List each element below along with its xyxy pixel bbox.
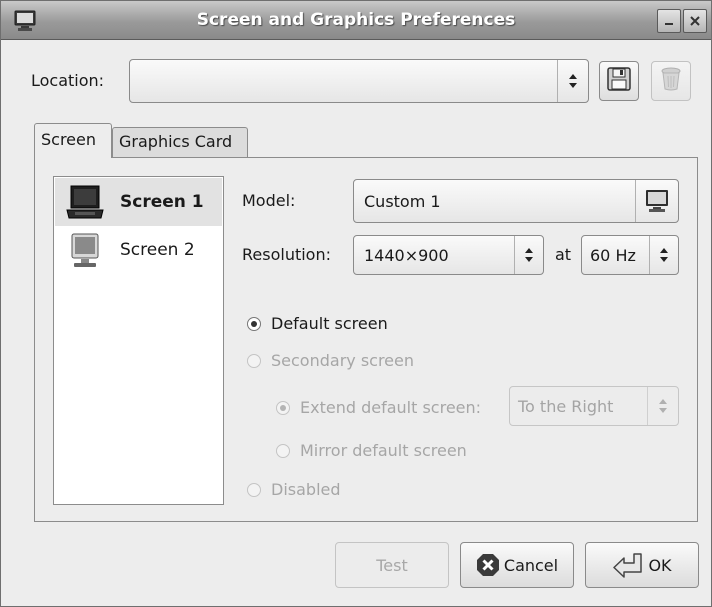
resolution-label: Resolution: — [242, 245, 331, 264]
cancel-button-label: Cancel — [503, 555, 559, 575]
ok-button[interactable]: OK — [585, 542, 699, 588]
radio-icon — [276, 443, 290, 458]
extend-default-radio[interactable]: Extend default screen: — [276, 398, 481, 417]
spinner-icon — [514, 236, 543, 274]
default-screen-radio[interactable]: Default screen — [247, 314, 388, 333]
screen-list-item-screen-1[interactable]: Screen 1 — [55, 178, 222, 226]
delete-location-button[interactable] — [651, 61, 691, 101]
model-label: Model: — [242, 191, 296, 210]
test-button-label: Test — [376, 555, 408, 575]
preferences-window: Screen and Graphics Preferences Location… — [0, 0, 712, 607]
secondary-screen-radio[interactable]: Secondary screen — [247, 351, 414, 370]
radio-checked-icon — [247, 316, 261, 331]
close-button[interactable] — [683, 9, 707, 33]
enter-arrow-icon — [612, 552, 644, 578]
extend-position-select[interactable]: To the Right — [509, 386, 679, 426]
minimize-icon — [663, 12, 675, 31]
spinner-icon — [647, 387, 678, 425]
test-button[interactable]: Test — [335, 542, 449, 588]
location-combo[interactable] — [129, 59, 589, 103]
save-location-button[interactable] — [599, 61, 639, 101]
model-combo[interactable]: Custom 1 — [353, 179, 679, 223]
spinner-icon — [649, 236, 678, 274]
tab-graphics-card[interactable]: Graphics Card — [112, 127, 248, 157]
resolution-select[interactable]: 1440×900 — [353, 235, 544, 275]
screen-list-item-screen-2[interactable]: Screen 2 — [55, 226, 222, 274]
cancel-button[interactable]: Cancel — [460, 542, 574, 588]
laptop-icon — [65, 184, 105, 222]
radio-icon — [247, 482, 261, 497]
model-value: Custom 1 — [364, 192, 441, 211]
screen-list-label: Screen 2 — [120, 240, 195, 260]
resolution-value: 1440×900 — [364, 246, 449, 265]
window-title: Screen and Graphics Preferences — [196, 10, 516, 30]
monitor-icon — [635, 180, 678, 222]
radio-icon — [247, 353, 261, 368]
screen-list[interactable]: Screen 1 Screen 2 — [53, 176, 224, 505]
extend-default-label: Extend default screen: — [300, 398, 482, 417]
monitor-icon — [65, 232, 105, 270]
trash-icon — [659, 66, 683, 96]
close-icon — [689, 12, 701, 31]
secondary-screen-label: Secondary screen — [271, 351, 415, 370]
refresh-rate-value: 60 Hz — [590, 246, 636, 265]
disabled-radio[interactable]: Disabled — [247, 480, 341, 499]
title-bar[interactable]: Screen and Graphics Preferences — [1, 1, 711, 40]
radio-checked-icon — [276, 400, 290, 415]
tab-screen[interactable]: Screen — [34, 123, 112, 158]
ok-button-label: OK — [648, 555, 672, 575]
mirror-default-label: Mirror default screen — [300, 441, 467, 460]
cancel-icon — [476, 553, 500, 577]
default-screen-label: Default screen — [271, 314, 388, 333]
spinner-icon — [557, 60, 588, 102]
mirror-default-radio[interactable]: Mirror default screen — [276, 441, 467, 460]
floppy-disk-icon — [606, 66, 632, 96]
location-label: Location: — [31, 71, 105, 90]
extend-position-value: To the Right — [518, 397, 614, 416]
disabled-label: Disabled — [271, 480, 341, 499]
at-label: at — [555, 245, 572, 264]
minimize-button[interactable] — [657, 9, 681, 33]
screen-list-label: Screen 1 — [120, 192, 204, 212]
refresh-rate-select[interactable]: 60 Hz — [581, 235, 679, 275]
